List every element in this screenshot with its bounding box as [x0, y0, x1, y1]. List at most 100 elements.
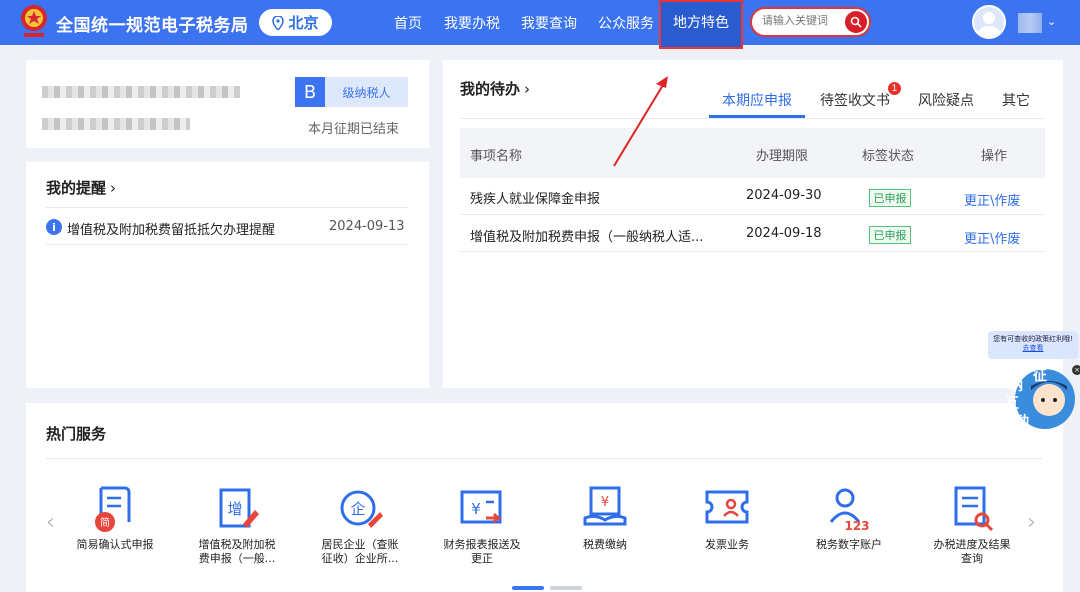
carousel-next-icon[interactable]: › [1027, 510, 1036, 535]
table-header [460, 128, 1045, 178]
todo-title-text: 我的待办 [460, 80, 521, 98]
taxpayer-id-obscured [42, 118, 190, 130]
svg-text:¥: ¥ [601, 495, 609, 510]
search-icon [850, 16, 862, 28]
tax-payment-icon: ¥ [583, 486, 627, 526]
service-label: 税务数字账户 [816, 538, 882, 551]
search-box [750, 7, 871, 37]
progress-query-icon [954, 486, 994, 532]
info-icon: i [46, 219, 62, 235]
company-name-obscured [42, 86, 240, 98]
service-label-line2: 费申报（一般... [198, 552, 276, 565]
search-input[interactable] [762, 14, 842, 27]
service-label: 财务报表报送及 [443, 538, 521, 551]
nav-local-features[interactable]: 地方特色 [659, 0, 743, 49]
service-digital-account[interactable]: 123 税务数字账户 [794, 484, 904, 552]
chevron-right-icon: › [110, 179, 117, 197]
city-selector[interactable]: 北京 [259, 9, 332, 36]
row2-correct-void-link[interactable]: 更正\作废 [964, 228, 1020, 247]
row1-status-badge: 已申报 [869, 189, 911, 207]
city-label: 北京 [288, 14, 319, 32]
national-emblem-icon [21, 5, 47, 37]
service-label: 简易确认式申报 [76, 538, 154, 551]
user-avatar[interactable] [972, 5, 1006, 39]
row2-status-badge: 已申报 [869, 226, 911, 244]
policy-tip-text: 您有可查收的政策红利哦! [993, 335, 1073, 343]
nav-query[interactable]: 我要查询 [521, 13, 577, 33]
service-simple-confirm[interactable]: 简 简易确认式申报 [60, 484, 170, 552]
document-simple-icon: 简 [95, 486, 131, 532]
service-label-line2: 更正 [471, 552, 493, 565]
row2-deadline: 2024-09-18 [746, 226, 822, 241]
service-enterprise-income-tax[interactable]: 企 居民企业（查账 征收）企业所... [305, 484, 415, 566]
svg-text:企: 企 [350, 500, 365, 518]
column-header-name: 事项名称 [470, 149, 523, 164]
tab-current-declare[interactable]: 本期应申报 [722, 90, 792, 110]
unsigned-count-badge: 1 [888, 82, 901, 95]
widget-char-zheng: 征 [1033, 367, 1047, 384]
service-label: 增值税及附加税 [198, 538, 276, 551]
user-name-obscured[interactable] [1018, 13, 1042, 33]
svg-text:¥: ¥ [471, 500, 481, 518]
column-header-action: 操作 [981, 149, 1008, 164]
divider [46, 207, 408, 208]
svg-text:简: 简 [100, 516, 110, 529]
service-label: 居民企业（查账 [321, 538, 399, 551]
credit-level-label: 级纳税人 [325, 77, 408, 107]
service-label: 办税进度及结果 [933, 538, 1011, 551]
tax-interaction-widget[interactable]: 征 纳 互 动 [1003, 366, 1075, 432]
tab-risk-points[interactable]: 风险疑点 [918, 90, 974, 110]
svg-text:增: 增 [227, 500, 242, 518]
policy-tip: 您有可查收的政策红利哦! 去查看 [988, 331, 1078, 359]
period-status: 本月征期已结束 [308, 122, 400, 137]
site-title[interactable]: 全国统一规范电子税务局 [56, 11, 249, 36]
tab-other[interactable]: 其它 [1002, 90, 1030, 110]
reminder-item-date: 2024-09-13 [329, 219, 405, 234]
chevron-right-icon: › [524, 80, 531, 98]
row1-correct-void-link[interactable]: 更正\作废 [964, 190, 1020, 209]
row1-name: 残疾人就业保障金申报 [470, 192, 601, 207]
carousel-dot[interactable] [550, 586, 582, 590]
divider [460, 214, 1045, 215]
divider [460, 118, 1045, 119]
reminder-title[interactable]: 我的提醒 › [46, 177, 116, 198]
policy-tip-link[interactable]: 去查看 [1023, 344, 1044, 352]
todo-title[interactable]: 我的待办 › [460, 78, 530, 99]
location-pin-icon [272, 15, 285, 30]
service-financial-report[interactable]: ¥ 财务报表报送及 更正 [427, 484, 537, 566]
column-header-deadline: 办理期限 [756, 149, 809, 164]
credit-level-badge: B [295, 77, 325, 107]
financial-report-icon: ¥ [460, 490, 502, 524]
widget-char-hu: 互 [1005, 396, 1019, 412]
row1-deadline: 2024-09-30 [746, 188, 822, 203]
divider [46, 458, 1042, 459]
service-tax-payment[interactable]: ¥ 税费缴纳 [550, 484, 660, 552]
nav-home[interactable]: 首页 [394, 13, 422, 33]
service-vat-declare[interactable]: 增 增值税及附加税 费申报（一般... [182, 484, 292, 566]
service-label: 发票业务 [705, 538, 749, 551]
carousel-dot-active[interactable] [512, 586, 544, 590]
search-button[interactable] [845, 11, 867, 33]
hot-services-title: 热门服务 [46, 425, 107, 443]
nav-local-features-label: 地方特色 [673, 14, 729, 31]
invoice-icon [705, 490, 749, 524]
top-header: 全国统一规范电子税务局 北京 首页 我要办税 我要查询 公众服务 地方特色 ⌄ [0, 0, 1080, 49]
annotation-arrow [613, 76, 668, 167]
widget-char-dong: 动 [1015, 413, 1029, 430]
service-label: 税费缴纳 [583, 538, 627, 551]
service-label-line2: 征收）企业所... [321, 552, 399, 565]
close-icon[interactable]: × [1072, 365, 1080, 375]
nav-public-service[interactable]: 公众服务 [598, 13, 654, 33]
reminder-title-text: 我的提醒 [46, 179, 107, 197]
vat-declare-icon: 增 [219, 488, 259, 528]
enterprise-tax-icon: 企 [340, 490, 383, 528]
tab-unsigned-docs[interactable]: 待签收文书 [820, 90, 890, 110]
reminder-item-text[interactable]: 增值税及附加税费留抵抵欠办理提醒 [67, 219, 275, 238]
service-progress-query[interactable]: 办税进度及结果 查询 [917, 484, 1027, 566]
service-invoice[interactable]: 发票业务 [672, 484, 782, 552]
divider [460, 251, 1045, 252]
digital-account-icon: 123 [829, 488, 870, 533]
chevron-down-icon[interactable]: ⌄ [1047, 15, 1056, 28]
carousel-prev-icon[interactable]: ‹ [46, 510, 55, 535]
nav-do-tax[interactable]: 我要办税 [444, 13, 500, 33]
